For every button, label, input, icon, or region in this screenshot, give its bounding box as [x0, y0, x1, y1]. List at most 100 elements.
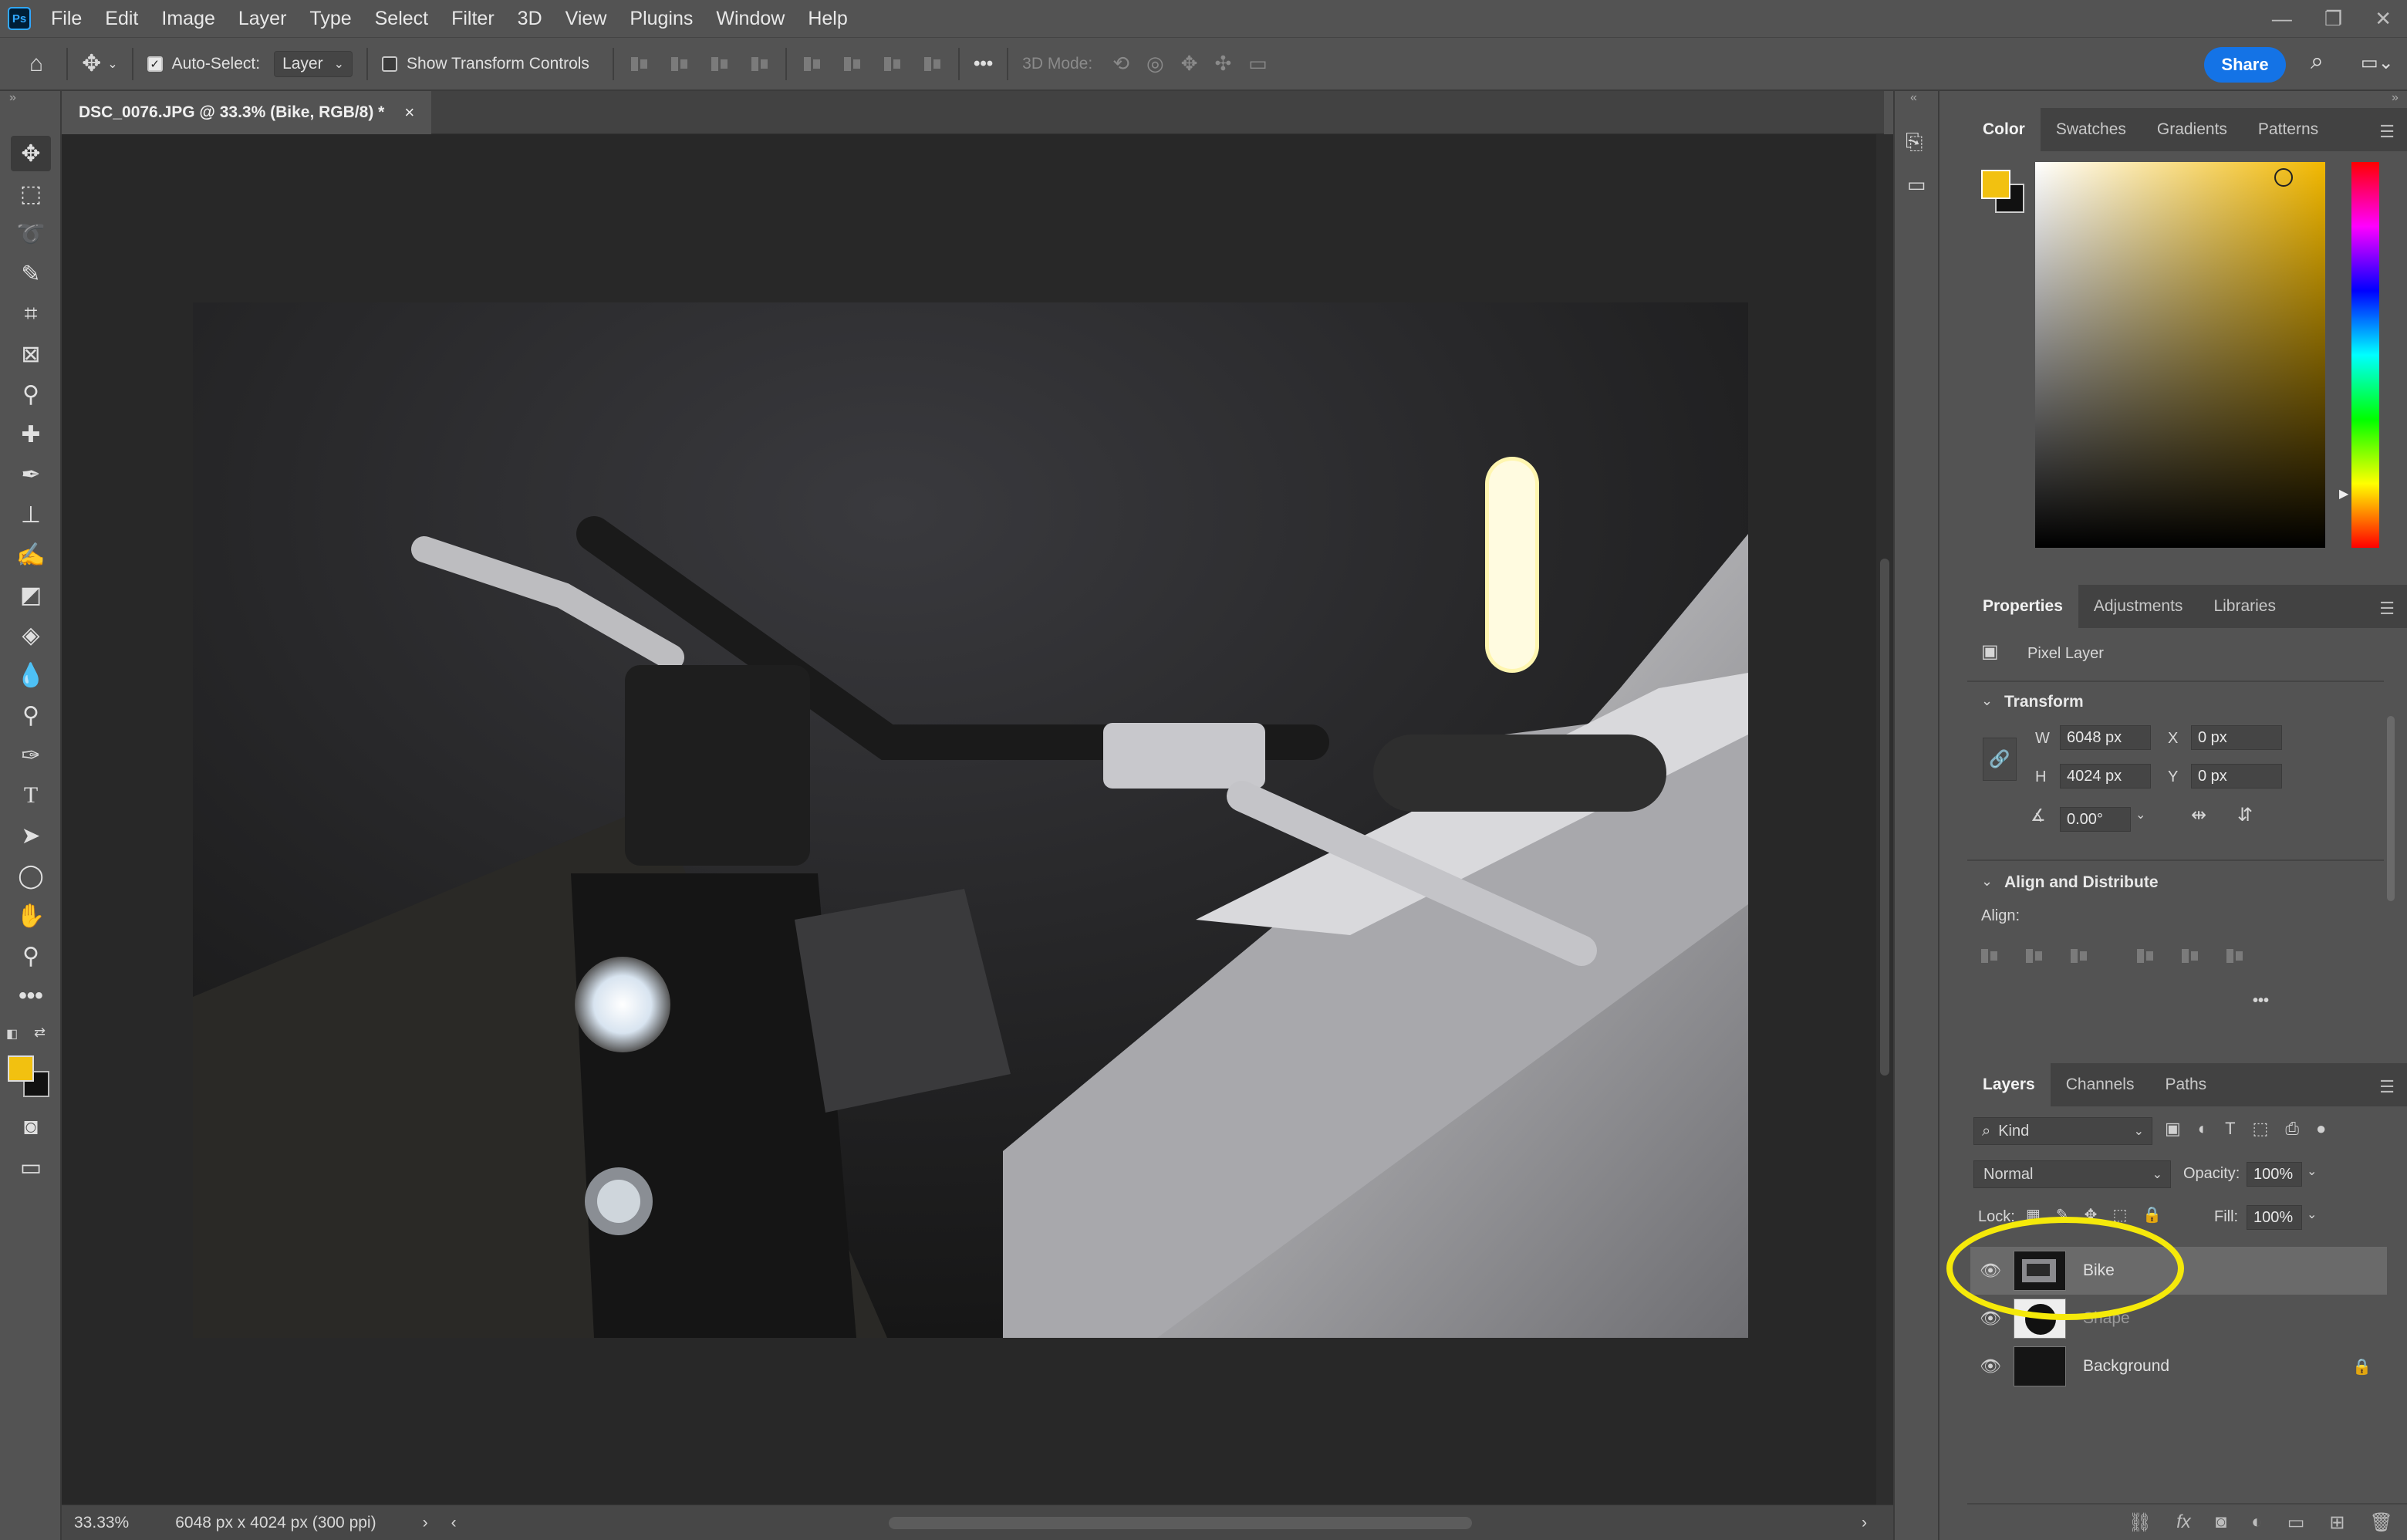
align-vertical-centers-icon[interactable] [2179, 944, 2202, 968]
chevron-down-icon[interactable]: ⌄ [1981, 693, 1993, 709]
distribute-vertical-icon[interactable] [748, 52, 771, 76]
properties-scrollbar[interactable] [2385, 693, 2396, 978]
foreground-swatch[interactable] [1981, 170, 2010, 199]
default-colors-icon[interactable]: ◧ [6, 1026, 18, 1042]
filter-type-icon[interactable]: T [2225, 1119, 2235, 1139]
collapse-icon[interactable]: » [9, 91, 16, 105]
type-tool-icon[interactable]: T [11, 778, 51, 813]
frame-tool-icon[interactable]: ⊠ [11, 336, 51, 372]
eraser-tool-icon[interactable]: ◩ [11, 577, 51, 613]
quick-select-tool-icon[interactable]: ✎ [11, 256, 51, 292]
menu-view[interactable]: View [565, 8, 607, 30]
menu-image[interactable]: Image [161, 8, 214, 30]
expand-icon[interactable]: » [2392, 91, 2399, 105]
menu-type[interactable]: Type [309, 8, 351, 30]
fill-field[interactable]: 100% [2247, 1205, 2302, 1230]
clone-stamp-tool-icon[interactable]: ⊥ [11, 497, 51, 532]
eyedropper-tool-icon[interactable]: ⚲ [11, 377, 51, 412]
vertical-scroll-thumb[interactable] [1880, 559, 1889, 1076]
add-mask-icon[interactable]: ◙ [2216, 1511, 2227, 1533]
history-brush-tool-icon[interactable]: ✍ [11, 537, 51, 572]
menu-layer[interactable]: Layer [238, 8, 287, 30]
link-layers-icon[interactable]: ⛓ [2128, 1511, 2152, 1534]
flip-vertical-icon[interactable]: ⇵ [2237, 804, 2253, 826]
hue-marker-icon[interactable]: ▶ [2339, 486, 2348, 502]
new-layer-icon[interactable]: ⊞ [2329, 1511, 2345, 1534]
menu-help[interactable]: Help [808, 8, 847, 30]
angle-field[interactable]: 0.00° [2060, 807, 2131, 832]
tab-properties[interactable]: Properties [1967, 585, 2078, 628]
menu-window[interactable]: Window [716, 8, 785, 30]
panel-menu-icon[interactable]: ☰ [2379, 122, 2395, 142]
tab-channels[interactable]: Channels [2051, 1063, 2150, 1106]
home-icon[interactable]: ⌂ [29, 51, 43, 77]
auto-select-dropdown[interactable]: Layer ⌄ [274, 50, 353, 77]
panel-menu-icon[interactable]: ☰ [2379, 1077, 2395, 1097]
align-bottom-edges-icon[interactable] [2223, 944, 2247, 968]
paint-bucket-tool-icon[interactable]: ◈ [11, 617, 51, 653]
panel-menu-icon[interactable]: ☰ [2379, 599, 2395, 619]
properties-scroll-thumb[interactable] [2387, 716, 2395, 901]
tab-libraries[interactable]: Libraries [2198, 585, 2291, 628]
menu-select[interactable]: Select [375, 8, 428, 30]
align-middle-icon[interactable] [841, 52, 864, 76]
tab-layers[interactable]: Layers [1967, 1063, 2051, 1106]
zoom-level[interactable]: 33.33% [74, 1514, 129, 1532]
color-picker-cursor[interactable] [2274, 168, 2293, 187]
distribute-horizontal-icon[interactable] [921, 52, 944, 76]
chevron-down-icon[interactable]: ⌄ [2135, 807, 2145, 822]
filter-adjustment-icon[interactable]: ◐ [2198, 1119, 2208, 1139]
minimize-icon[interactable]: — [2272, 7, 2292, 31]
align-right-edges-icon[interactable] [2068, 944, 2091, 968]
chevron-down-icon[interactable]: ⌄ [1981, 873, 1993, 890]
move-tool-icon[interactable]: ✥ [11, 136, 51, 171]
opacity-field[interactable]: 100% [2247, 1162, 2302, 1187]
layer-row-background[interactable]: 👁 Background 🔒 [1970, 1342, 2387, 1390]
vertical-scrollbar[interactable] [1876, 134, 1893, 1508]
share-button[interactable]: Share [2204, 47, 2286, 83]
filter-pixel-icon[interactable]: ▣ [2165, 1119, 2181, 1139]
lock-all-icon[interactable]: 🔒 [2142, 1205, 2162, 1224]
align-center-icon[interactable] [668, 52, 691, 76]
quick-mask-icon[interactable]: ◙ [11, 1109, 51, 1145]
brush-tool-icon[interactable]: ✒ [11, 457, 51, 492]
filter-shape-icon[interactable]: ⬚ [2253, 1119, 2269, 1139]
align-left-icon[interactable] [628, 52, 651, 76]
foreground-color-swatch[interactable] [8, 1055, 34, 1082]
scroll-right-icon[interactable]: › [1862, 1514, 1867, 1532]
chevron-down-icon[interactable]: ⌄ [2307, 1163, 2317, 1179]
comments-icon[interactable]: ▭ [1907, 173, 1926, 197]
chevron-down-icon[interactable]: ⌄ [107, 56, 117, 72]
workspace-icon[interactable]: ▭⌄ [2361, 52, 2394, 74]
document-tab[interactable]: DSC_0076.JPG @ 33.3% (Bike, RGB/8) * × [62, 91, 432, 134]
close-tab-icon[interactable]: × [404, 103, 414, 123]
marquee-tool-icon[interactable]: ⬚ [11, 176, 51, 211]
tab-adjustments[interactable]: Adjustments [2078, 585, 2199, 628]
zoom-tool-icon[interactable]: ⚲ [11, 938, 51, 974]
filter-toggle-icon[interactable]: ● [2316, 1119, 2326, 1139]
layer-filter-dropdown[interactable]: ⌕ Kind ⌄ [1973, 1117, 2152, 1145]
new-group-icon[interactable]: ▭ [2287, 1511, 2305, 1534]
link-dimensions-icon[interactable]: 🔗 [1983, 738, 2017, 781]
tab-swatches[interactable]: Swatches [2041, 108, 2142, 151]
tab-patterns[interactable]: Patterns [2243, 108, 2334, 151]
blur-tool-icon[interactable]: 💧 [11, 657, 51, 693]
menu-edit[interactable]: Edit [105, 8, 138, 30]
restore-icon[interactable]: ❐ [2324, 7, 2342, 31]
lasso-tool-icon[interactable]: ➰ [11, 216, 51, 252]
align-right-icon[interactable] [708, 52, 731, 76]
tab-color[interactable]: Color [1967, 108, 2041, 151]
crop-tool-icon[interactable]: ⌗ [11, 296, 51, 332]
scroll-left-icon[interactable]: ‹ [451, 1514, 457, 1532]
color-picker-field[interactable] [2035, 162, 2325, 548]
history-icon[interactable]: ⎘ [1906, 130, 1923, 155]
menu-plugins[interactable]: Plugins [630, 8, 693, 30]
flip-horizontal-icon[interactable]: ⇹ [2191, 804, 2206, 826]
dodge-tool-icon[interactable]: ⚲ [11, 697, 51, 733]
menu-filter[interactable]: Filter [451, 8, 495, 30]
move-tool-icon[interactable]: ✥ [82, 50, 101, 77]
delete-layer-icon[interactable]: 🗑 [2370, 1511, 2393, 1534]
height-field[interactable]: 4024 px [2060, 764, 2151, 789]
menu-file[interactable]: File [51, 8, 82, 30]
chevron-right-icon[interactable]: › [423, 1514, 428, 1532]
